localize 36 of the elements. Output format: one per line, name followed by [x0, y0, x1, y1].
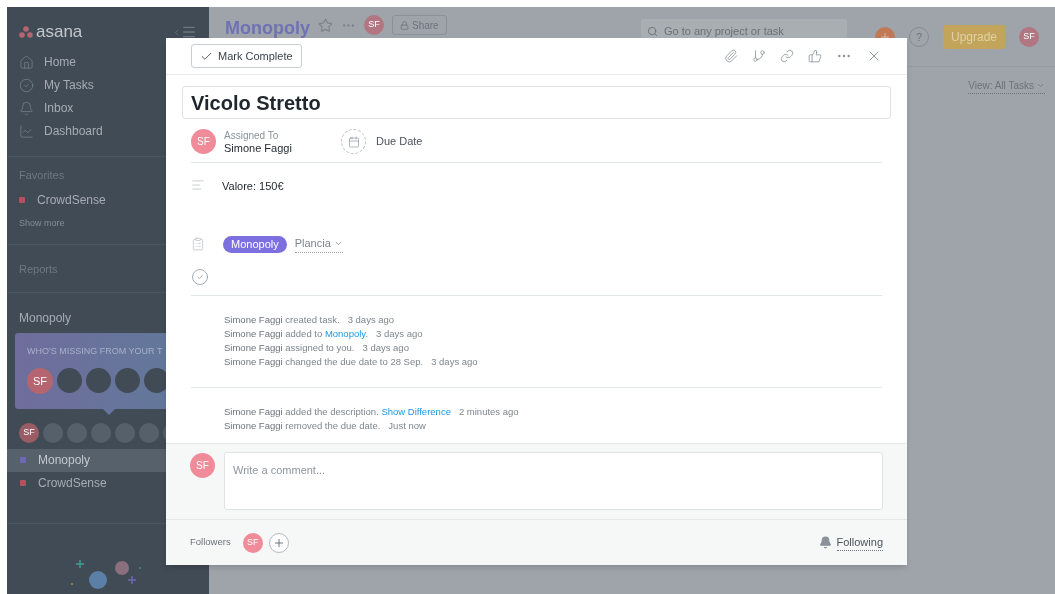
avatar: SF [364, 15, 384, 35]
favorite-item[interactable]: CrowdSense [19, 190, 106, 209]
task-title-field[interactable]: Vicolo Stretto [182, 86, 891, 119]
activity-text: Simone Faggi added the description. Show Difference [224, 405, 451, 420]
activity-time: Just now [388, 419, 426, 434]
mark-complete-button[interactable]: Mark Complete [191, 44, 302, 68]
activity-time: 2 minutes ago [458, 405, 519, 420]
logo-text: asana [36, 21, 83, 44]
avatar: SF [27, 368, 53, 394]
activity-text: Simone Faggi changed the due date to 28 Sep. [224, 355, 424, 370]
assignee-label: Assigned To [224, 129, 279, 142]
commenter-avatar: SF [190, 453, 215, 478]
invite-card-title: WHO'S MISSING FROM YOUR T [27, 344, 164, 358]
assignee-avatar: SF [191, 129, 216, 154]
description-text[interactable]: Valore: 150€ [222, 178, 284, 195]
activity-time: 3 days ago [431, 355, 478, 370]
activity-time: 3 days ago [347, 313, 395, 328]
team-name: Monopoly [18, 309, 73, 327]
user-avatar: SF [1019, 27, 1039, 47]
member-avatar: SF [19, 422, 39, 443]
activity-text: Simone Faggi created task. [224, 313, 340, 328]
activity-time: 3 days ago [362, 341, 409, 356]
following-button[interactable]: Following [818, 533, 883, 552]
activity-text: Simone Faggi assigned to you. [224, 341, 355, 356]
project-tag[interactable]: Monopoly [223, 235, 287, 253]
assignee-name: Simone Faggi [224, 141, 292, 154]
section-dropdown[interactable]: Plancia [294, 235, 343, 253]
show-more-link[interactable]: Show more [19, 216, 65, 230]
activity-text: Simone Faggi added to Monopoly. [224, 327, 369, 342]
followers-label: Followers [190, 535, 231, 550]
activity-link[interactable]: Show Difference [381, 406, 451, 418]
activity-time: 3 days ago [376, 327, 423, 342]
activity-text: Simone Faggi removed the due date. [224, 419, 381, 434]
follower-avatar: SF [242, 532, 263, 553]
due-date-button[interactable]: Due Date [341, 129, 423, 154]
comment-field[interactable]: Write a comment... [224, 452, 883, 510]
